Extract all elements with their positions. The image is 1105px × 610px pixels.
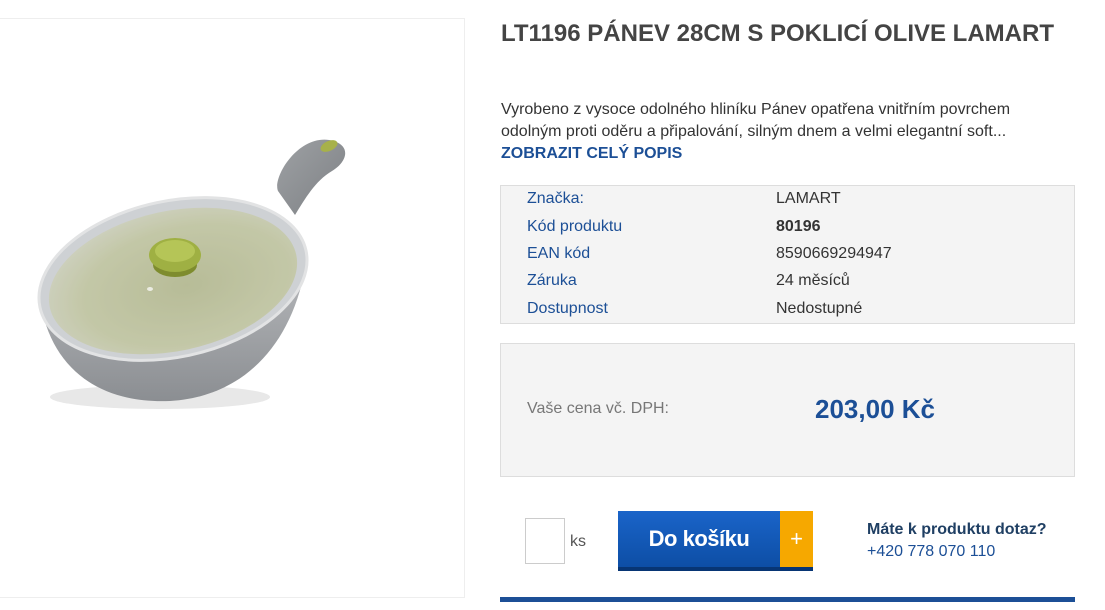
product-short-description: Vyrobeno z vysoce odolného hliníku Pánev… [501, 101, 1011, 140]
param-value: LAMART [776, 190, 841, 207]
contact-phone-link[interactable]: +420 778 070 110 [867, 543, 995, 561]
param-label[interactable]: Kód produktu [527, 216, 622, 238]
param-row-ean: EAN kód 8590669294947 [527, 243, 1067, 265]
param-value: 80196 [776, 218, 821, 235]
param-value: 8590669294947 [776, 245, 892, 262]
plus-icon: + [780, 511, 813, 567]
param-label[interactable]: Dostupnost [527, 298, 608, 320]
quantity-unit: ks [570, 533, 586, 550]
param-label[interactable]: EAN kód [527, 243, 590, 265]
param-row-product-code: Kód produktu 80196 [527, 216, 1067, 238]
product-question-heading: Máte k produktu dotaz? [867, 521, 1047, 538]
param-row-brand: Značka: LAMART [527, 188, 1067, 210]
show-full-description-link[interactable]: ZOBRAZIT CELÝ POPIS [501, 143, 682, 165]
param-label[interactable]: Značka: [527, 188, 584, 210]
param-row-warranty: Záruka 24 měsíců [527, 270, 1067, 292]
param-value: 24 měsíců [776, 272, 850, 289]
add-to-cart-button[interactable]: Do košíku + [618, 511, 813, 571]
price-label: Vaše cena vč. DPH: [527, 400, 669, 417]
product-image[interactable] [10, 119, 350, 429]
tabs-divider-bar [500, 597, 1075, 602]
price-value: 203,00 Kč [815, 394, 935, 424]
add-to-cart-label: Do košíku [648, 526, 750, 551]
quantity-input[interactable] [525, 518, 565, 564]
param-row-availability: Dostupnost Nedostupné [527, 298, 1067, 320]
product-parameters-table: Značka: LAMART Kód produktu 80196 EAN kó… [500, 185, 1075, 324]
param-label[interactable]: Záruka [527, 270, 577, 292]
price-box: Vaše cena vč. DPH: 203,00 Kč [500, 343, 1075, 477]
product-gallery [0, 18, 465, 598]
product-title: LT1196 PÁNEV 28CM S POKLICÍ OLIVE LAMART [501, 20, 1054, 47]
param-value: Nedostupné [776, 300, 863, 317]
